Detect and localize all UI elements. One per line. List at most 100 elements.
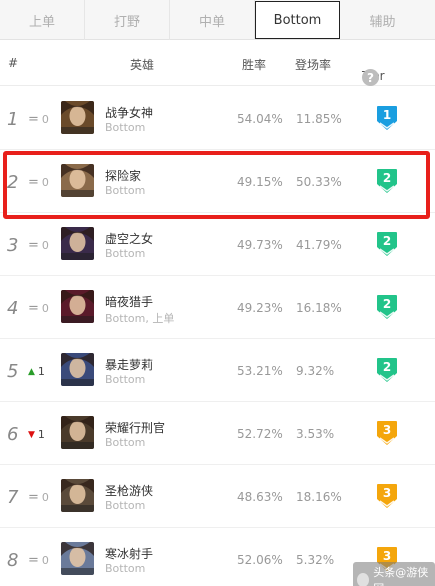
- rank-number: 3: [7, 235, 19, 256]
- table-row[interactable]: 3 = 0 虚空之女 Bottom 49.73% 41.79% 2: [0, 213, 435, 276]
- watermark-text: 头条@游侠网: [373, 566, 429, 586]
- champion-name[interactable]: 战争女神: [105, 104, 153, 121]
- champion-role: Bottom: [105, 247, 146, 260]
- champion-role: Bottom: [105, 436, 146, 449]
- champion-role: Bottom: [105, 121, 146, 134]
- win-rate: 48.63%: [237, 490, 283, 504]
- tier-badge-icon: 2: [376, 168, 398, 194]
- rank-number: 5: [7, 361, 19, 382]
- tab-top[interactable]: 上单: [0, 0, 85, 40]
- rank-number: 1: [7, 109, 19, 130]
- tier-value: 2: [382, 360, 392, 374]
- tier-value: 1: [382, 108, 392, 122]
- win-rate: 52.06%: [237, 553, 283, 567]
- champion-name[interactable]: 探险家: [105, 167, 141, 184]
- pick-rate: 11.85%: [296, 112, 342, 126]
- table-row[interactable]: 2 = 0 探险家 Bottom 49.15% 50.33% 2: [0, 150, 435, 213]
- champion-name[interactable]: 暴走萝莉: [105, 356, 153, 373]
- champion-avatar[interactable]: [61, 227, 94, 260]
- rank-number: 6: [7, 424, 19, 445]
- header-pick-rate[interactable]: 登场率: [295, 56, 331, 73]
- tier-value: 3: [382, 423, 392, 437]
- champion-name[interactable]: 暗夜猎手: [105, 293, 153, 310]
- equals-icon: =: [28, 552, 39, 568]
- champion-avatar[interactable]: [61, 416, 94, 449]
- rank-number: 8: [7, 550, 19, 571]
- tier-badge-icon: 1: [376, 105, 398, 131]
- champion-name[interactable]: 寒冰射手: [105, 545, 153, 562]
- win-rate: 52.72%: [237, 427, 283, 441]
- rank-change-value: 0: [41, 113, 49, 126]
- table-row[interactable]: 5 ▲ 1 暴走萝莉 Bottom 53.21% 9.32% 2: [0, 339, 435, 402]
- rank-change: ▼ 1: [28, 428, 45, 441]
- champion-role: Bottom, 上单: [105, 312, 175, 325]
- champion-avatar[interactable]: [61, 101, 94, 134]
- champion-name[interactable]: 圣枪游侠: [105, 482, 153, 499]
- arrow-up-icon: ▲: [28, 366, 35, 377]
- champion-role: Bottom: [105, 373, 146, 386]
- rank-change: = 0: [28, 237, 49, 253]
- header-win-rate[interactable]: 胜率: [242, 56, 266, 73]
- rank-change-value: 1: [37, 428, 45, 441]
- champion-list: 1 = 0 战争女神 Bottom 54.04% 11.85% 1 2 = 0 …: [0, 87, 435, 586]
- champion-role: Bottom: [105, 499, 146, 512]
- tab-bottom[interactable]: Bottom: [255, 1, 340, 39]
- tab-jungle[interactable]: 打野: [85, 0, 170, 40]
- lane-tabs: 上单 打野 中单 Bottom 辅助: [0, 0, 435, 40]
- champion-role: Bottom: [105, 184, 146, 197]
- watermark: 头条@游侠网: [353, 562, 435, 586]
- tier-value: 2: [382, 171, 392, 185]
- champion-name[interactable]: 荣耀行刑官: [105, 419, 165, 436]
- pick-rate: 50.33%: [296, 175, 342, 189]
- tier-value: 3: [382, 486, 392, 500]
- champion-avatar[interactable]: [61, 542, 94, 575]
- pick-rate: 16.18%: [296, 301, 342, 315]
- champion-name[interactable]: 虚空之女: [105, 230, 153, 247]
- header-champion: 英雄: [130, 58, 155, 72]
- rank-change: = 0: [28, 552, 49, 568]
- pick-rate: 3.53%: [296, 427, 335, 441]
- win-rate: 54.04%: [237, 112, 283, 126]
- table-row[interactable]: 7 = 0 圣枪游侠 Bottom 48.63% 18.16% 3: [0, 465, 435, 528]
- tab-support[interactable]: 辅助: [340, 0, 425, 40]
- pick-rate: 5.32%: [296, 553, 335, 567]
- rank-number: 2: [7, 172, 19, 193]
- table-header: # 英雄 胜率 登场率 Tier ?: [0, 40, 435, 86]
- table-row[interactable]: 4 = 0 暗夜猎手 Bottom, 上单 49.23% 16.18% 2: [0, 276, 435, 339]
- rank-change: = 0: [28, 111, 49, 127]
- pick-rate: 9.32%: [296, 364, 335, 378]
- equals-icon: =: [28, 237, 39, 253]
- champion-avatar[interactable]: [61, 479, 94, 512]
- rank-change-value: 0: [41, 302, 49, 315]
- table-row[interactable]: 6 ▼ 1 荣耀行刑官 Bottom 52.72% 3.53% 3: [0, 402, 435, 465]
- equals-icon: =: [28, 111, 39, 127]
- rank-number: 4: [7, 298, 19, 319]
- champion-avatar[interactable]: [61, 164, 94, 197]
- rank-change: = 0: [28, 300, 49, 316]
- win-rate: 53.21%: [237, 364, 283, 378]
- win-rate: 49.15%: [237, 175, 283, 189]
- rank-change: = 0: [28, 489, 49, 505]
- header-num: #: [8, 56, 19, 70]
- help-icon[interactable]: ?: [362, 69, 379, 86]
- tier-value: 2: [382, 297, 392, 311]
- rank-change-value: 0: [41, 554, 49, 567]
- pick-rate: 41.79%: [296, 238, 342, 252]
- watermark-logo-icon: [357, 573, 370, 586]
- rank-change-value: 0: [41, 239, 49, 252]
- champion-avatar[interactable]: [61, 353, 94, 386]
- win-rate: 49.73%: [237, 238, 283, 252]
- tier-badge-icon: 3: [376, 420, 398, 446]
- tab-mid[interactable]: 中单: [170, 0, 255, 40]
- tier-value: 2: [382, 234, 392, 248]
- win-rate: 49.23%: [237, 301, 283, 315]
- rank-change-value: 1: [37, 365, 45, 378]
- tier-badge-icon: 2: [376, 357, 398, 383]
- rank-change: = 0: [28, 176, 49, 190]
- champion-role: Bottom: [105, 562, 146, 575]
- equals-icon: =: [28, 489, 39, 505]
- champion-avatar[interactable]: [61, 290, 94, 323]
- equals-icon: =: [28, 300, 39, 316]
- table-row[interactable]: 1 = 0 战争女神 Bottom 54.04% 11.85% 1: [0, 87, 435, 150]
- tier-badge-icon: 2: [376, 294, 398, 320]
